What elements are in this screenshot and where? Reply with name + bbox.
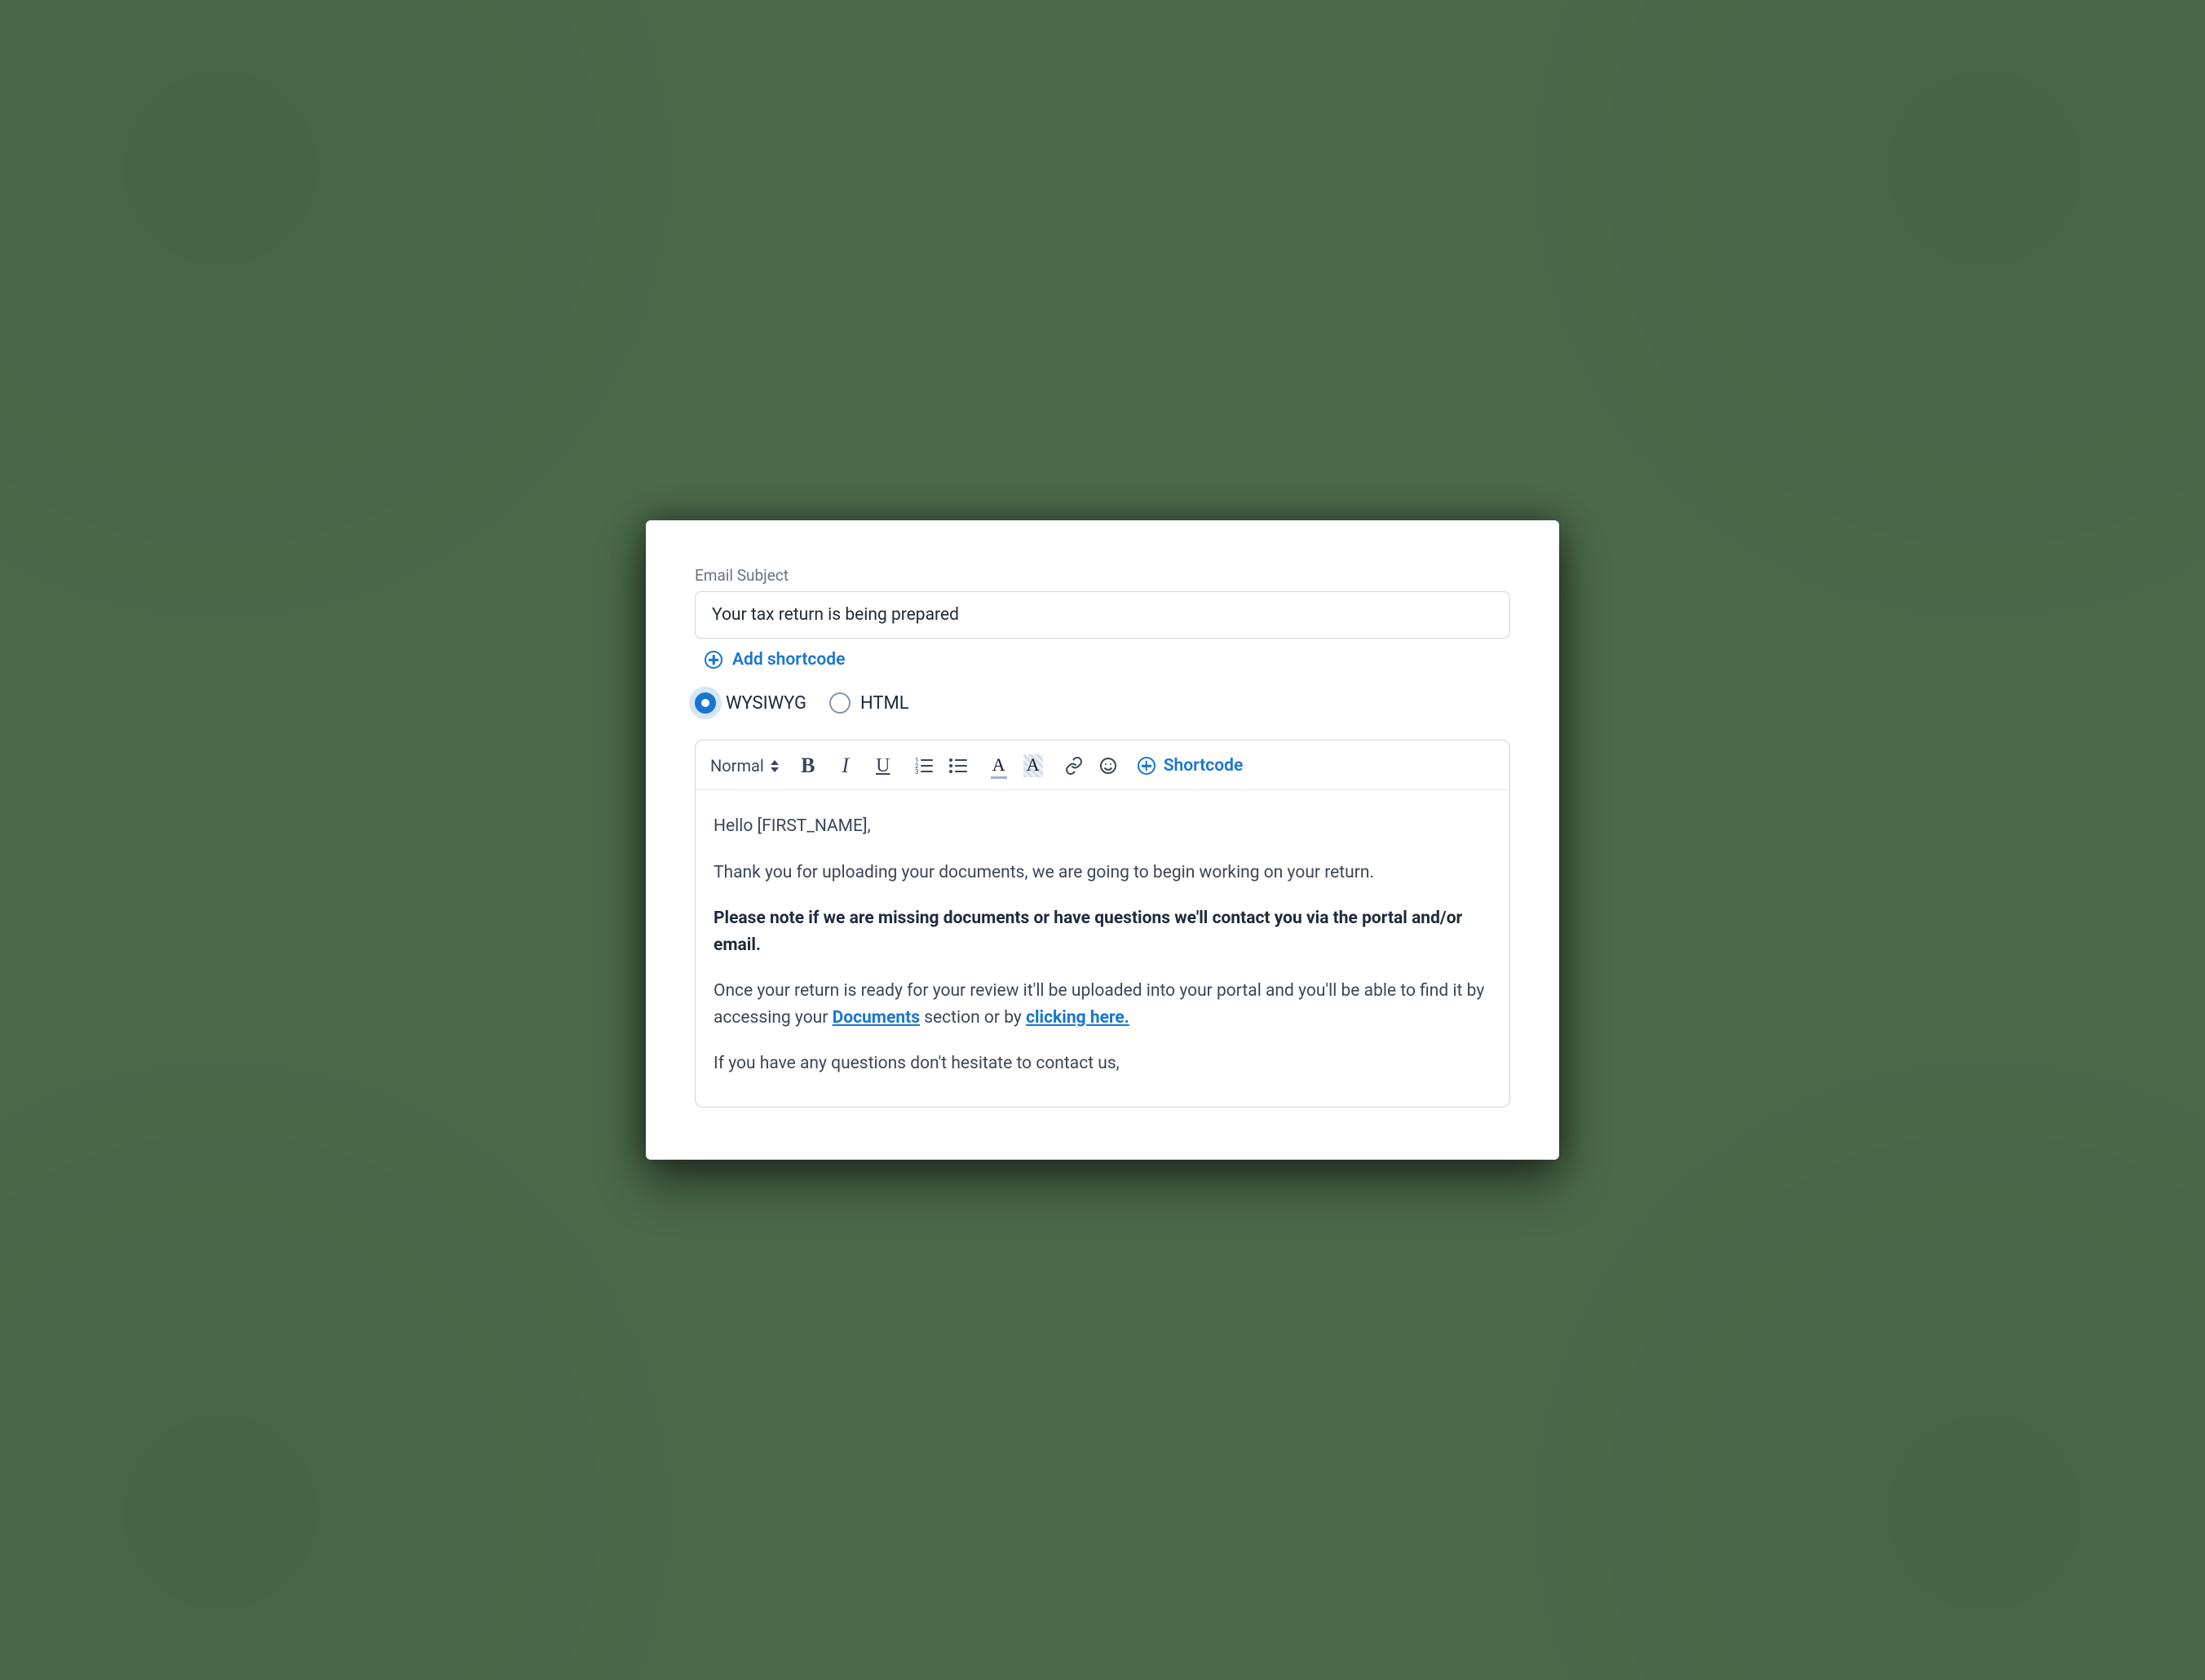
add-shortcode-label: Add shortcode <box>732 650 845 670</box>
unordered-list-button[interactable] <box>947 754 970 778</box>
body-paragraph-links: Once your return is ready for your revie… <box>714 978 1491 1031</box>
format-dropdown-label: Normal <box>710 756 764 776</box>
body-paragraph-bold: Please note if we are missing documents … <box>714 905 1491 958</box>
svg-text:3: 3 <box>915 768 919 775</box>
italic-button[interactable]: I <box>834 754 857 778</box>
plus-circle-icon <box>1138 757 1156 775</box>
editor-mode-radio-group: WYSIWYG HTML <box>695 692 1510 714</box>
link-icon <box>1064 756 1084 776</box>
radio-wysiwyg-label: WYSIWYG <box>726 693 806 714</box>
ordered-list-icon: 1 2 3 <box>914 757 934 775</box>
unordered-list-icon <box>948 757 968 775</box>
click-here-link[interactable]: clicking here. <box>1026 1008 1129 1028</box>
rich-text-editor: Normal B I U 1 2 3 <box>695 740 1510 1107</box>
radio-html[interactable]: HTML <box>829 692 909 714</box>
highlight-button[interactable]: A <box>1022 754 1045 778</box>
body-closing: If you have any questions don't hesitate… <box>714 1050 1491 1077</box>
link-button[interactable] <box>1063 754 1085 778</box>
subject-label: Email Subject <box>695 566 1510 585</box>
editor-toolbar: Normal B I U 1 2 3 <box>696 741 1509 790</box>
radio-wysiwyg[interactable]: WYSIWYG <box>695 692 806 714</box>
emoji-icon <box>1098 756 1118 776</box>
subject-input[interactable] <box>695 591 1510 639</box>
highlight-icon: A <box>1023 754 1043 777</box>
insert-shortcode-label: Shortcode <box>1164 756 1244 776</box>
radio-dot-icon <box>695 692 716 714</box>
format-dropdown[interactable]: Normal <box>710 756 779 776</box>
email-template-card: Email Subject Add shortcode WYSIWYG HTML… <box>646 520 1559 1160</box>
plus-circle-icon <box>705 651 722 669</box>
editor-content[interactable]: Hello [FIRST_NAME], Thank you for upload… <box>696 790 1509 1107</box>
add-shortcode-button[interactable]: Add shortcode <box>705 650 845 670</box>
documents-link[interactable]: Documents <box>833 1008 920 1028</box>
bold-button[interactable]: B <box>797 754 820 778</box>
radio-html-label: HTML <box>860 693 909 714</box>
text-color-button[interactable]: A <box>988 754 1010 778</box>
text-color-icon: A <box>992 754 1005 777</box>
sort-icon <box>771 760 779 772</box>
emoji-button[interactable] <box>1097 754 1120 778</box>
body-paragraph: Thank you for uploading your documents, … <box>714 860 1491 886</box>
ordered-list-button[interactable]: 1 2 3 <box>912 754 935 778</box>
radio-dot-icon <box>829 692 851 714</box>
body-greeting: Hello [FIRST_NAME], <box>714 813 1491 840</box>
underline-button[interactable]: U <box>872 754 895 778</box>
insert-shortcode-button[interactable]: Shortcode <box>1138 756 1244 776</box>
